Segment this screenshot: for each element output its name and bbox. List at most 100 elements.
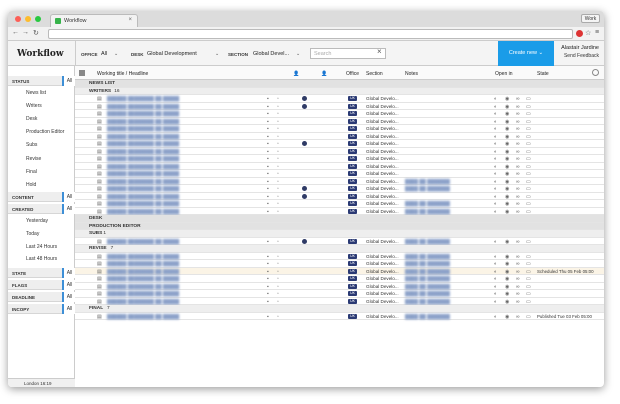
- preview-icon[interactable]: ◉: [505, 284, 509, 290]
- col-office[interactable]: Office: [346, 71, 359, 77]
- headline-text[interactable]: ██████ ████████ ██ █████: [107, 239, 179, 244]
- composer-icon[interactable]: ▭: [526, 164, 531, 170]
- preview-icon[interactable]: ◉: [505, 269, 509, 275]
- link-icon[interactable]: ∞: [516, 261, 520, 267]
- composer-icon[interactable]: ▭: [526, 111, 531, 117]
- sidebar-group-all[interactable]: All: [62, 204, 75, 214]
- incopy-icon[interactable]: ◐: [494, 104, 497, 110]
- incopy-icon[interactable]: ◐: [494, 254, 497, 260]
- incopy-icon[interactable]: ◐: [494, 164, 497, 170]
- headline-text[interactable]: ██████ ████████ ██ █████: [107, 134, 179, 139]
- search-input[interactable]: Search: [310, 48, 386, 59]
- image-icon[interactable]: ▫: [277, 104, 279, 110]
- document-icon[interactable]: ▤: [97, 186, 102, 192]
- link-icon[interactable]: ∞: [516, 209, 520, 215]
- avatar[interactable]: [302, 193, 307, 199]
- preview-icon[interactable]: ◉: [505, 111, 509, 117]
- preview-icon[interactable]: ◉: [505, 119, 509, 125]
- forward-icon[interactable]: →: [22, 29, 29, 36]
- col-working-title[interactable]: Working title / Headline: [97, 71, 148, 77]
- document-icon[interactable]: ▤: [97, 164, 102, 170]
- headline-text[interactable]: ██████ ████████ ██ █████: [107, 291, 179, 296]
- comment-icon[interactable]: ▪: [267, 149, 269, 155]
- document-icon[interactable]: ▤: [97, 284, 102, 290]
- comment-icon[interactable]: ▪: [267, 156, 269, 162]
- extension-icon[interactable]: [576, 30, 583, 37]
- document-icon[interactable]: ▤: [97, 96, 102, 102]
- document-icon[interactable]: ▤: [97, 126, 102, 132]
- composer-icon[interactable]: ▭: [526, 186, 531, 192]
- link-icon[interactable]: ∞: [516, 254, 520, 260]
- link-icon[interactable]: ∞: [516, 194, 520, 200]
- headline-text[interactable]: ██████ ████████ ██ █████: [107, 276, 179, 281]
- link-icon[interactable]: ∞: [516, 239, 520, 245]
- col-section[interactable]: Section: [366, 71, 383, 77]
- comment-icon[interactable]: ▪: [267, 291, 269, 297]
- document-icon[interactable]: ▤: [97, 171, 102, 177]
- sidebar-group-all[interactable]: All: [62, 76, 75, 86]
- table-row[interactable]: ▤ ██████ ████████ ██ █████ ▪ ▫ UK Global Deve…: [75, 238, 604, 245]
- preview-icon[interactable]: ◉: [505, 239, 509, 245]
- image-icon[interactable]: ▫: [277, 141, 279, 147]
- image-icon[interactable]: ▫: [277, 134, 279, 140]
- image-icon[interactable]: ▫: [277, 239, 279, 245]
- comment-icon[interactable]: ▪: [267, 284, 269, 290]
- link-icon[interactable]: ∞: [516, 119, 520, 125]
- incopy-icon[interactable]: ◐: [494, 299, 497, 305]
- composer-icon[interactable]: ▭: [526, 171, 531, 177]
- comment-icon[interactable]: ▪: [267, 126, 269, 132]
- preview-icon[interactable]: ◉: [505, 291, 509, 297]
- headline-text[interactable]: ██████ ████████ ██ █████: [107, 209, 179, 214]
- composer-icon[interactable]: ▭: [526, 276, 531, 282]
- document-icon[interactable]: ▤: [97, 269, 102, 275]
- sidebar-group-all[interactable]: All: [62, 280, 75, 290]
- col-open-in[interactable]: Open in: [495, 71, 513, 77]
- table-row[interactable]: ▤ ██████ ████████ ██ █████ ▪ ▫ UK Global Deve…: [75, 283, 604, 290]
- col-state[interactable]: State: [537, 71, 549, 77]
- incopy-icon[interactable]: ◐: [494, 156, 497, 162]
- document-icon[interactable]: ▤: [97, 209, 102, 215]
- composer-icon[interactable]: ▭: [526, 96, 531, 102]
- incopy-icon[interactable]: ◐: [494, 269, 497, 275]
- incopy-icon[interactable]: ◐: [494, 201, 497, 207]
- headline-text[interactable]: ██████ ████████ ██ █████: [107, 156, 179, 161]
- table-row[interactable]: ▤ ██████ ████████ ██ █████ ▪ ▫ UK Global Deve…: [75, 298, 604, 305]
- composer-icon[interactable]: ▭: [526, 126, 531, 132]
- image-icon[interactable]: ▫: [277, 119, 279, 125]
- comment-icon[interactable]: ▪: [267, 179, 269, 185]
- headline-text[interactable]: ██████ ████████ ██ █████: [107, 126, 179, 131]
- preview-icon[interactable]: ◉: [505, 314, 509, 320]
- headline-text[interactable]: ██████ ████████ ██ █████: [107, 314, 179, 319]
- link-icon[interactable]: ∞: [516, 141, 520, 147]
- document-icon[interactable]: ▤: [97, 141, 102, 147]
- person-icon[interactable]: 👤: [321, 71, 327, 77]
- document-icon[interactable]: ▤: [97, 299, 102, 305]
- headline-text[interactable]: ██████ ████████ ██ █████: [107, 284, 179, 289]
- table-row[interactable]: ▤ ██████ ████████ ██ █████ ▪ ▫ UK Global Deve…: [75, 290, 604, 298]
- preview-icon[interactable]: ◉: [505, 261, 509, 267]
- composer-icon[interactable]: ▭: [526, 314, 531, 320]
- table-row[interactable]: ▤ ██████ ████████ ██ █████ ▪ ▫ UK Global Deve…: [75, 200, 604, 208]
- avatar[interactable]: [302, 96, 307, 101]
- headline-text[interactable]: ██████ ████████ ██ █████: [107, 186, 179, 191]
- table-row[interactable]: ▤ ██████ ████████ ██ █████ ▪ ▫ UK Global Deve…: [75, 163, 604, 170]
- document-icon[interactable]: ▤: [97, 254, 102, 260]
- preview-icon[interactable]: ◉: [505, 194, 509, 200]
- document-icon[interactable]: ▤: [97, 111, 102, 117]
- zoom-window-icon[interactable]: [35, 16, 41, 22]
- sidebar-item[interactable]: Writers: [26, 103, 42, 109]
- link-icon[interactable]: ∞: [516, 276, 520, 282]
- sidebar-group-all[interactable]: All: [62, 292, 75, 302]
- image-icon[interactable]: ▫: [277, 111, 279, 117]
- avatar[interactable]: [302, 103, 307, 109]
- composer-icon[interactable]: ▭: [526, 179, 531, 185]
- link-icon[interactable]: ∞: [516, 269, 520, 275]
- sidebar-group-all[interactable]: All: [62, 268, 75, 278]
- browser-tab[interactable]: Workflow ×: [50, 14, 138, 27]
- avatar[interactable]: [302, 141, 307, 146]
- table-row[interactable]: ▤ ██████ ████████ ██ █████ ▪ ▫ UK Global Deve…: [75, 260, 604, 268]
- link-icon[interactable]: ∞: [516, 96, 520, 102]
- sidebar-group-created[interactable]: CREATED All: [8, 204, 75, 214]
- comment-icon[interactable]: ▪: [267, 299, 269, 305]
- composer-icon[interactable]: ▭: [526, 284, 531, 290]
